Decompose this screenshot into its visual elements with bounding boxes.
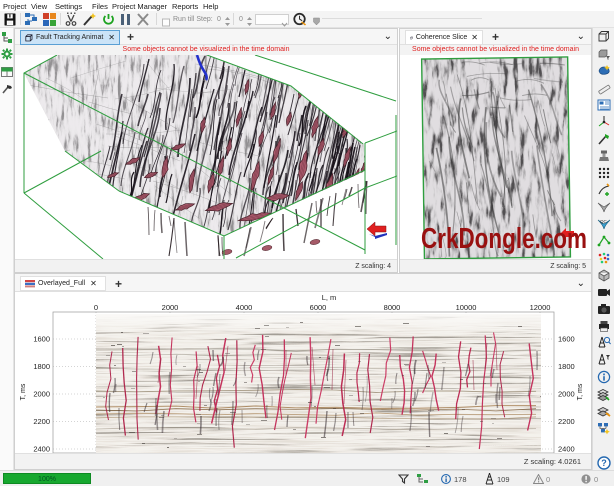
svg-text:1800: 1800 [33,362,50,371]
svg-text:QC: QC [600,219,608,224]
svg-text:L, m: L, m [322,293,337,302]
svg-text:4000: 4000 [236,303,253,312]
svg-text:?: ? [601,458,607,468]
svg-text:0: 0 [94,303,98,312]
svg-text:6000: 6000 [310,303,327,312]
svg-text:2200: 2200 [33,417,50,426]
svg-text:1800: 1800 [558,362,575,371]
svg-text:12000: 12000 [530,303,551,312]
svg-text:2000: 2000 [33,390,50,399]
svg-text:2000: 2000 [162,303,179,312]
svg-text:8000: 8000 [384,303,401,312]
svg-text:T, ms: T, ms [577,383,584,400]
svg-text:1600: 1600 [33,335,50,344]
svg-text:2000: 2000 [558,390,575,399]
svg-text:2200: 2200 [558,417,575,426]
svg-text:2400: 2400 [33,445,50,454]
svg-text:10000: 10000 [456,303,477,312]
svg-text:2400: 2400 [558,445,575,454]
svg-text:1600: 1600 [558,335,575,344]
svg-text:T, ms: T, ms [20,383,27,400]
svg-text:CrkDongle.com: CrkDongle.com [421,223,587,255]
